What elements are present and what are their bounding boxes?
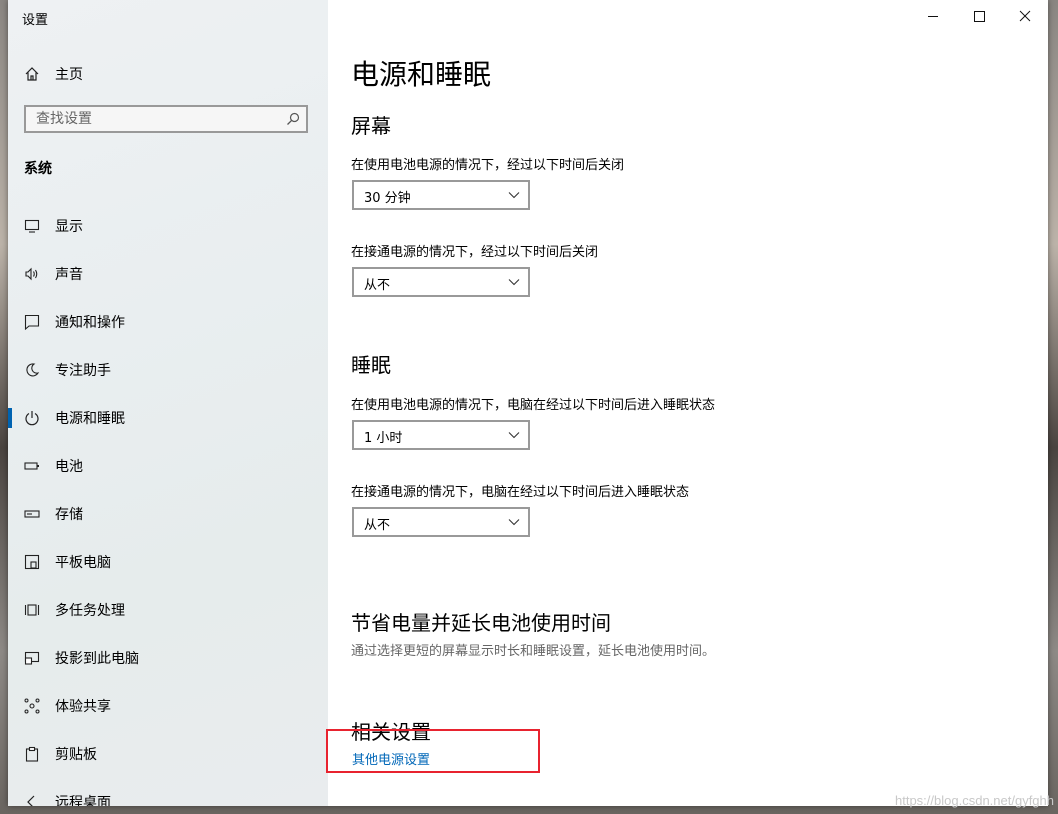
- main-content: 电源和睡眠 屏幕 在使用电池电源的情况下，经过以下时间后关闭 30 分钟 在接通…: [328, 0, 1048, 806]
- section-title: 系统: [24, 161, 52, 177]
- sidebar-item-label: 通知和操作: [55, 315, 125, 331]
- sleep-plugged-label: 在接通电源的情况下，电脑在经过以下时间后进入睡眠状态: [351, 485, 690, 500]
- close-icon: [1019, 10, 1031, 22]
- screen-plugged-dropdown[interactable]: 从不: [352, 267, 530, 297]
- search-icon[interactable]: [286, 112, 300, 126]
- battery-icon: [24, 462, 39, 470]
- save-power-hint: 通过选择更短的屏幕显示时长和睡眠设置，延长电池使用时间。: [351, 644, 716, 659]
- sidebar-item-sound[interactable]: 声音: [8, 254, 328, 294]
- sidebar-item-notifications[interactable]: 通知和操作: [8, 302, 328, 342]
- sidebar-item-label: 电源和睡眠: [55, 411, 125, 427]
- sidebar-item-tablet[interactable]: 平板电脑: [8, 542, 328, 582]
- sidebar-item-label: 剪贴板: [55, 747, 97, 763]
- sidebar-item-label: 存储: [55, 507, 83, 523]
- sidebar-item-label: 平板电脑: [55, 555, 111, 571]
- minimize-icon: [928, 16, 938, 17]
- sidebar-item-focus-assist[interactable]: 专注助手: [8, 350, 328, 390]
- clipboard-icon: [25, 746, 39, 762]
- share-icon: [24, 698, 40, 714]
- sidebar-item-shared-experiences[interactable]: 体验共享: [8, 686, 328, 726]
- window-title: 设置: [22, 13, 49, 28]
- sidebar-item-label: 主页: [55, 67, 83, 83]
- project-icon: [24, 651, 40, 665]
- screen-battery-dropdown[interactable]: 30 分钟: [352, 180, 530, 210]
- settings-window: 设置 主页 系统 显示: [8, 0, 1048, 806]
- chevron-down-icon: [508, 519, 520, 526]
- notification-icon: [24, 314, 40, 330]
- sidebar: 设置 主页 系统 显示: [8, 0, 328, 806]
- dropdown-value: 1 小时: [364, 431, 403, 446]
- chevron-down-icon: [508, 432, 520, 439]
- sidebar-item-label: 投影到此电脑: [55, 651, 139, 667]
- monitor-icon: [24, 219, 40, 233]
- sidebar-item-multitasking[interactable]: 多任务处理: [8, 590, 328, 630]
- sidebar-item-label: 专注助手: [55, 363, 111, 379]
- dropdown-value: 30 分钟: [364, 191, 411, 206]
- home-icon: [25, 67, 39, 81]
- close-button[interactable]: [1002, 0, 1048, 32]
- sidebar-item-label: 声音: [55, 267, 83, 283]
- remote-desktop-icon: [27, 795, 35, 806]
- minimize-button[interactable]: [910, 0, 956, 32]
- save-power-heading: 节省电量并延长电池使用时间: [351, 611, 611, 635]
- dropdown-value: 从不: [364, 518, 391, 533]
- search-box[interactable]: [24, 105, 308, 133]
- sidebar-item-label: 多任务处理: [55, 603, 125, 619]
- sidebar-item-label: 电池: [55, 459, 83, 475]
- moon-icon: [26, 363, 40, 377]
- sidebar-item-display[interactable]: 显示: [8, 206, 328, 246]
- search-input[interactable]: [26, 107, 286, 131]
- sidebar-item-project-to-pc[interactable]: 投影到此电脑: [8, 638, 328, 678]
- page-title: 电源和睡眠: [351, 58, 492, 91]
- screen-plugged-label: 在接通电源的情况下，经过以下时间后关闭: [351, 245, 599, 260]
- sidebar-item-power-sleep[interactable]: 电源和睡眠: [8, 398, 328, 438]
- maximize-button[interactable]: [956, 0, 1002, 32]
- sidebar-item-battery[interactable]: 电池: [8, 446, 328, 486]
- maximize-icon: [974, 11, 985, 22]
- chevron-down-icon: [508, 279, 520, 286]
- tablet-icon: [24, 554, 40, 570]
- chevron-down-icon: [508, 192, 520, 199]
- storage-icon: [24, 510, 40, 518]
- sidebar-item-label: 显示: [55, 219, 83, 235]
- screen-heading: 屏幕: [351, 114, 391, 138]
- multitask-icon: [24, 604, 40, 616]
- power-icon: [25, 411, 39, 426]
- highlight-annotation: [326, 729, 540, 773]
- active-indicator: [8, 408, 12, 428]
- sidebar-item-remote-desktop[interactable]: 远程桌面: [8, 782, 328, 806]
- sleep-plugged-dropdown[interactable]: 从不: [352, 507, 530, 537]
- speaker-icon: [25, 267, 38, 281]
- sleep-battery-dropdown[interactable]: 1 小时: [352, 420, 530, 450]
- sidebar-item-storage[interactable]: 存储: [8, 494, 328, 534]
- sleep-battery-label: 在使用电池电源的情况下，电脑在经过以下时间后进入睡眠状态: [351, 398, 716, 413]
- screen-battery-label: 在使用电池电源的情况下，经过以下时间后关闭: [351, 158, 625, 173]
- sleep-heading: 睡眠: [351, 353, 391, 377]
- watermark: https://blog.csdn.net/gyfghh: [895, 793, 1054, 808]
- sidebar-item-label: 远程桌面: [55, 795, 111, 806]
- sidebar-item-clipboard[interactable]: 剪贴板: [8, 734, 328, 774]
- sidebar-item-label: 体验共享: [55, 699, 111, 715]
- dropdown-value: 从不: [364, 278, 391, 293]
- sidebar-item-home[interactable]: 主页: [8, 54, 328, 94]
